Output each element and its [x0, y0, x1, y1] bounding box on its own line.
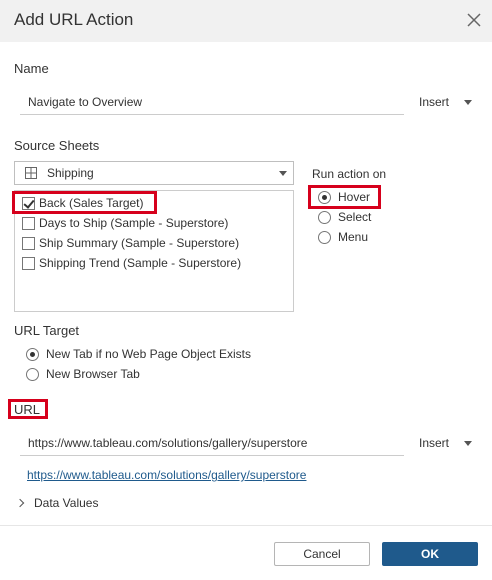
- sheet-checkbox-ship-summary[interactable]: Ship Summary (Sample - Superstore): [22, 235, 252, 253]
- checkbox[interactable]: [22, 237, 35, 250]
- sheet-checkbox-back-sales-target[interactable]: Back (Sales Target): [22, 195, 157, 213]
- url-insert-menu[interactable]: Insert: [419, 436, 479, 454]
- checkbox[interactable]: [22, 217, 35, 230]
- run-action-label: Run action on: [312, 167, 387, 181]
- chevron-right-icon: [15, 498, 25, 508]
- insert-label: Insert: [419, 436, 450, 450]
- sheet-checkbox-days-to-ship[interactable]: Days to Ship (Sample - Superstore): [22, 215, 252, 233]
- insert-label: Insert: [419, 95, 450, 109]
- sheet-label: Shipping Trend (Sample - Superstore): [39, 256, 242, 270]
- data-source-value: Shipping: [47, 166, 94, 180]
- name-input[interactable]: [20, 89, 404, 115]
- radio-label: Menu: [338, 230, 369, 244]
- dialog-header: Add URL Action: [0, 0, 492, 42]
- grid-icon: [25, 167, 37, 179]
- close-button[interactable]: [462, 8, 486, 32]
- radio-button[interactable]: [318, 231, 331, 244]
- chevron-down-icon: [464, 100, 472, 105]
- radio-button[interactable]: [26, 368, 39, 381]
- radio-button[interactable]: [318, 191, 331, 204]
- radio-label: New Tab if no Web Page Object Exists: [46, 347, 251, 361]
- data-source-select[interactable]: Shipping: [14, 161, 294, 185]
- data-values-label: Data Values: [34, 496, 99, 510]
- chevron-down-icon: [464, 441, 472, 446]
- url-target-new-browser-tab[interactable]: New Browser Tab: [26, 366, 151, 384]
- footer-divider: [0, 525, 492, 526]
- radio-button[interactable]: [26, 348, 39, 361]
- cancel-button[interactable]: Cancel: [274, 542, 370, 566]
- sheet-label: Days to Ship (Sample - Superstore): [39, 216, 229, 230]
- checkbox[interactable]: [22, 257, 35, 270]
- close-icon: [467, 13, 481, 27]
- radio-button[interactable]: [318, 211, 331, 224]
- radio-label: Hover: [338, 190, 371, 204]
- name-insert-menu[interactable]: Insert: [419, 95, 479, 113]
- chevron-down-icon: [279, 171, 287, 176]
- run-action-menu[interactable]: Menu: [318, 229, 378, 247]
- source-sheets-label: Source Sheets: [14, 138, 100, 153]
- url-target-label: URL Target: [14, 323, 80, 338]
- checkbox[interactable]: [22, 197, 35, 210]
- sheet-checkbox-shipping-trend[interactable]: Shipping Trend (Sample - Superstore): [22, 255, 257, 273]
- run-action-hover[interactable]: Hover: [318, 189, 378, 207]
- url-target-new-tab-if-no-object[interactable]: New Tab if no Web Page Object Exists: [26, 346, 261, 364]
- ok-button[interactable]: OK: [382, 542, 478, 566]
- radio-label: Select: [338, 210, 372, 224]
- sheet-label: Ship Summary (Sample - Superstore): [39, 236, 240, 250]
- url-input[interactable]: [20, 430, 404, 456]
- sheet-label: Back (Sales Target): [39, 196, 144, 210]
- run-action-select[interactable]: Select: [318, 209, 378, 227]
- radio-label: New Browser Tab: [46, 367, 140, 381]
- add-url-action-dialog: Add URL Action Name Insert Source Sheets…: [0, 0, 492, 580]
- name-label: Name: [14, 61, 49, 76]
- url-label: URL: [14, 402, 41, 417]
- url-preview-link[interactable]: https://www.tableau.com/solutions/galler…: [27, 468, 306, 482]
- dialog-title: Add URL Action: [14, 10, 134, 29]
